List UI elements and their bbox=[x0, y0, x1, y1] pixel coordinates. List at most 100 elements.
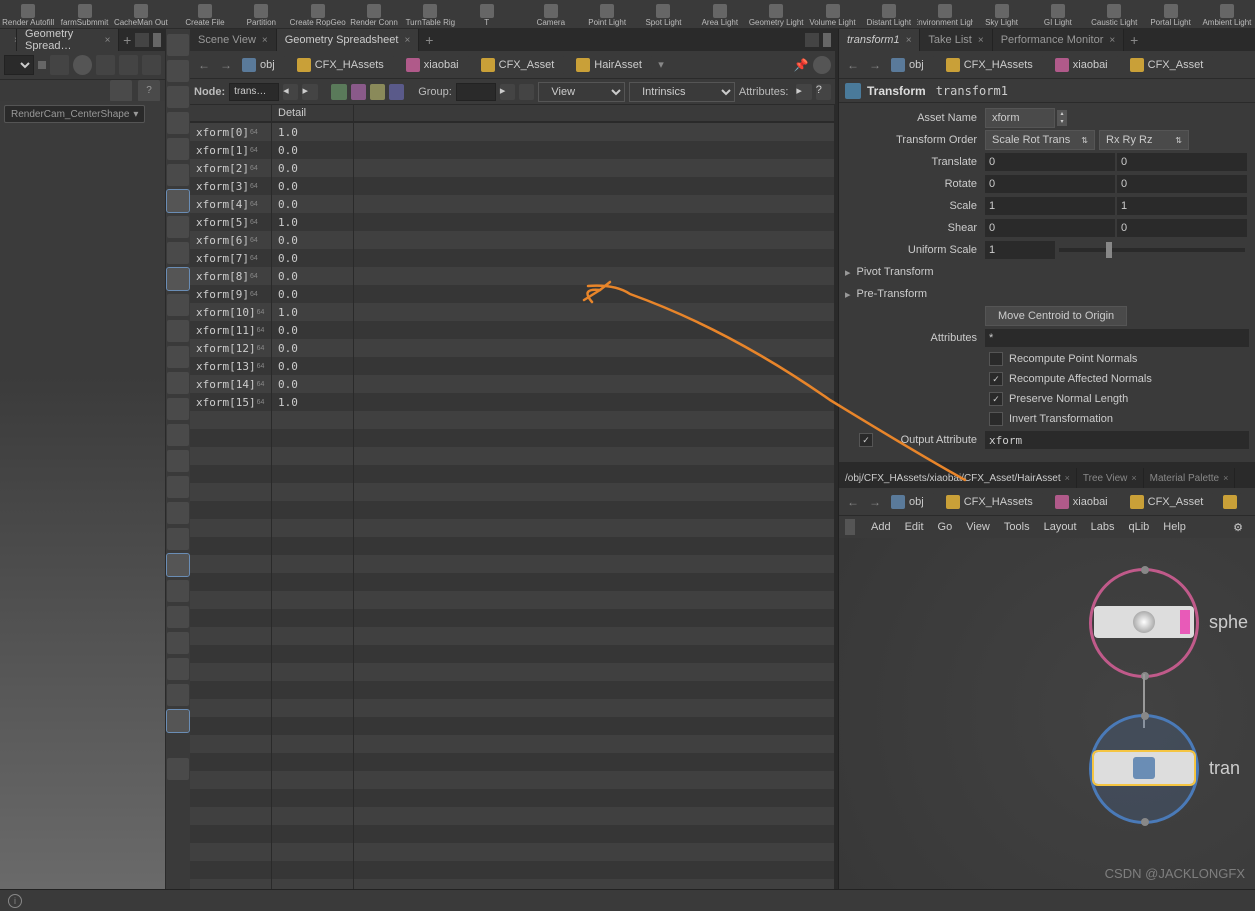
hand-tool-icon[interactable] bbox=[167, 294, 189, 316]
forward-button[interactable]: → bbox=[216, 55, 236, 75]
shelf-ambient-light[interactable]: Ambient Light bbox=[1199, 0, 1255, 28]
ball-tool-icon[interactable] bbox=[167, 164, 189, 186]
shelf-partition[interactable]: Partition bbox=[233, 0, 289, 28]
info-icon[interactable]: i bbox=[8, 894, 22, 908]
shelf-sky-light[interactable]: Sky Light bbox=[973, 0, 1029, 28]
gear-tool-icon[interactable] bbox=[167, 242, 189, 264]
snap-tool-icon[interactable] bbox=[167, 450, 189, 472]
shelf-portal-light[interactable]: Portal Light bbox=[1142, 0, 1198, 28]
node-transform[interactable] bbox=[1094, 752, 1194, 784]
shelf-render-autofill[interactable]: Render Autofill bbox=[0, 0, 56, 28]
parm-forward-button[interactable]: → bbox=[865, 55, 885, 75]
table-row[interactable]: xform[12]640.0 bbox=[190, 339, 835, 357]
left-tool1-icon[interactable] bbox=[50, 55, 69, 75]
shelf-caustic-light[interactable]: Caustic Light bbox=[1086, 0, 1142, 28]
add-tab-button[interactable]: + bbox=[119, 32, 135, 48]
uniform-scale-input[interactable] bbox=[985, 241, 1055, 259]
table-row[interactable]: xform[7]640.0 bbox=[190, 249, 835, 267]
img-tool-icon[interactable] bbox=[167, 710, 189, 732]
mode-detail-icon[interactable] bbox=[389, 84, 404, 100]
shelf-geometry-light[interactable]: Geometry Light bbox=[748, 0, 804, 28]
sel-tool-icon[interactable] bbox=[167, 268, 189, 290]
path-tool-icon[interactable] bbox=[167, 424, 189, 446]
shade-tool-icon[interactable] bbox=[167, 554, 189, 576]
node-sphere[interactable] bbox=[1094, 606, 1194, 638]
col-header-key[interactable] bbox=[190, 105, 272, 121]
net-crumb-xiaobai[interactable]: xiaobai bbox=[1051, 491, 1116, 513]
mode-verts-icon[interactable] bbox=[351, 84, 366, 100]
line-tool-icon[interactable] bbox=[167, 528, 189, 550]
uniform-scale-slider[interactable] bbox=[1059, 248, 1245, 252]
parm-crumb-cfxa[interactable]: CFX_Asset bbox=[1126, 54, 1212, 76]
table-row[interactable]: xform[8]640.0 bbox=[190, 267, 835, 285]
camera-selector[interactable]: RenderCam_CenterShape▾ bbox=[4, 105, 145, 123]
filter-icon[interactable] bbox=[519, 84, 534, 100]
rot-order-select[interactable]: Rx Ry Rz⇅ bbox=[1099, 130, 1189, 150]
shelf-distant-light[interactable]: Distant Light bbox=[861, 0, 917, 28]
shelf-turntable-rig[interactable]: TurnTable Rig bbox=[402, 0, 458, 28]
col-header-detail[interactable]: Detail bbox=[272, 105, 354, 121]
chk-preserve-normal-length[interactable]: ✓ bbox=[989, 392, 1003, 406]
table-row[interactable]: xform[15]641.0 bbox=[190, 393, 835, 411]
translate-x[interactable] bbox=[985, 153, 1115, 171]
left-tab-geo-spread[interactable]: Geometry Spread…× bbox=[17, 29, 119, 51]
help-icon[interactable]: ? bbox=[138, 80, 160, 102]
menu-help[interactable]: Help bbox=[1157, 521, 1192, 533]
table-row[interactable]: xform[5]641.0 bbox=[190, 213, 835, 231]
menu-gear-icon[interactable]: ⚙ bbox=[1227, 521, 1249, 534]
table-row[interactable]: xform[1]640.0 bbox=[190, 141, 835, 159]
parm-node-name[interactable]: transform1 bbox=[936, 84, 1008, 98]
rotate-x[interactable] bbox=[985, 175, 1115, 193]
person-tool-icon[interactable] bbox=[167, 138, 189, 160]
back-button[interactable]: ← bbox=[194, 55, 214, 75]
tab-geometry-spreadsheet[interactable]: Geometry Spreadsheet× bbox=[277, 29, 420, 51]
menu-view[interactable]: View bbox=[960, 521, 996, 533]
arrow-tool-icon[interactable] bbox=[167, 34, 189, 56]
asset-name-spinner[interactable]: ▴▾ bbox=[1057, 110, 1067, 126]
table-row[interactable]: xform[3]640.0 bbox=[190, 177, 835, 195]
table-row[interactable]: xform[10]641.0 bbox=[190, 303, 835, 321]
menu-add[interactable]: Add bbox=[865, 521, 897, 533]
rotate-y[interactable] bbox=[1117, 175, 1247, 193]
asset-name-field[interactable]: xform bbox=[985, 108, 1055, 128]
pin-icon[interactable]: 📌 bbox=[791, 55, 811, 75]
mat-tool-icon[interactable] bbox=[167, 580, 189, 602]
tab-tree-view[interactable]: Tree View× bbox=[1077, 468, 1144, 488]
mode-points-icon[interactable] bbox=[331, 84, 346, 100]
menu-qlib[interactable]: qLib bbox=[1122, 521, 1155, 533]
menu-labs[interactable]: Labs bbox=[1085, 521, 1121, 533]
node-input[interactable] bbox=[229, 83, 279, 101]
left-tool5-icon[interactable] bbox=[142, 55, 161, 75]
chk-recompute-point-normals[interactable] bbox=[989, 352, 1003, 366]
left-selector[interactable] bbox=[4, 55, 34, 75]
parm-crumb-obj[interactable]: obj bbox=[887, 54, 932, 76]
cam-tool-icon[interactable] bbox=[167, 684, 189, 706]
green-tool-icon[interactable] bbox=[167, 606, 189, 628]
table-row[interactable]: xform[14]640.0 bbox=[190, 375, 835, 393]
tab-take-list[interactable]: Take List× bbox=[920, 29, 992, 51]
viewport-3d[interactable]: RenderCam_CenterShape▾ bbox=[0, 101, 165, 889]
left-tool4-icon[interactable] bbox=[119, 55, 138, 75]
menu-go[interactable]: Go bbox=[932, 521, 959, 533]
shelf-spot-light[interactable]: Spot Light bbox=[635, 0, 691, 28]
rot-tool-icon[interactable] bbox=[167, 320, 189, 342]
pen-tool-icon[interactable] bbox=[167, 398, 189, 420]
attributes-input[interactable] bbox=[985, 329, 1249, 347]
vp-opt1-icon[interactable] bbox=[110, 80, 132, 102]
table-row[interactable]: xform[6]640.0 bbox=[190, 231, 835, 249]
net-crumb-cfxa[interactable]: CFX_Asset bbox=[1126, 491, 1212, 513]
pivot-transform-toggle[interactable]: ▸Pivot Transform bbox=[839, 261, 1255, 283]
xform-order-select[interactable]: Scale Rot Trans⇅ bbox=[985, 130, 1095, 150]
crumb-cfx-asset[interactable]: CFX_Asset bbox=[477, 54, 563, 76]
shelf-area-light[interactable]: Area Light bbox=[692, 0, 748, 28]
add-right-tab[interactable]: + bbox=[1124, 32, 1144, 48]
shelf-gi-light[interactable]: GI Light bbox=[1030, 0, 1086, 28]
table-row[interactable]: xform[2]640.0 bbox=[190, 159, 835, 177]
net-crumb-extra[interactable] bbox=[1221, 491, 1239, 513]
shelf-t[interactable]: T bbox=[459, 0, 515, 28]
brush-tool-icon[interactable] bbox=[167, 476, 189, 498]
light-tool-icon[interactable] bbox=[167, 190, 189, 212]
left-opt-icon[interactable] bbox=[38, 61, 46, 69]
menu-tools[interactable]: Tools bbox=[998, 521, 1036, 533]
help2-icon[interactable]: ? bbox=[816, 84, 831, 100]
